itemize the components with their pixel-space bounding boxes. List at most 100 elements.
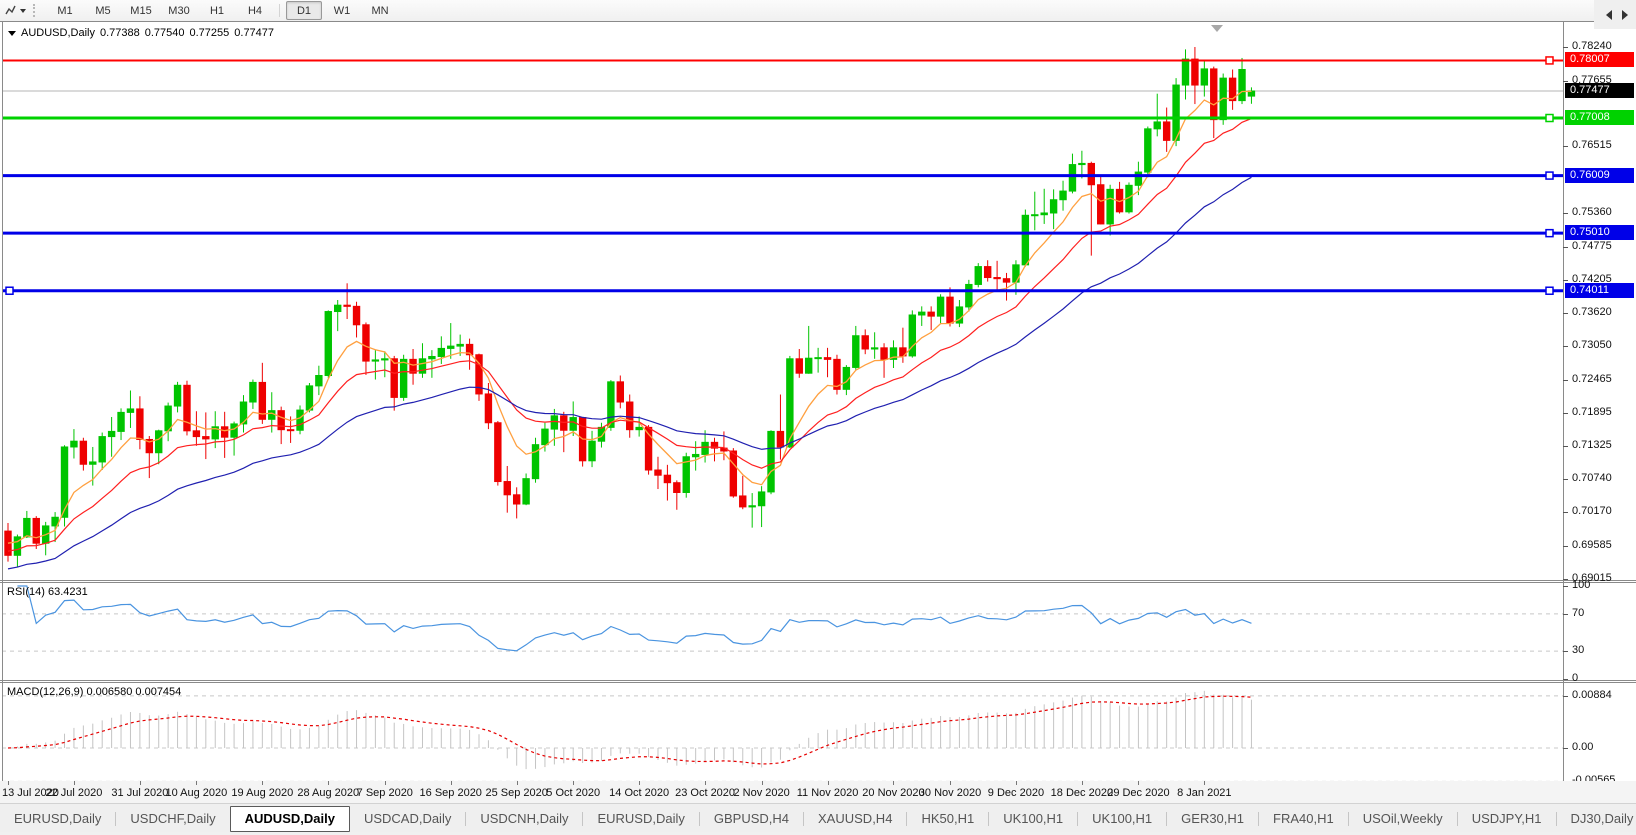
date-axis-label: 5 Oct 2020 — [546, 787, 600, 799]
date-axis-tick — [196, 781, 197, 785]
tab-uk100-h1[interactable]: UK100,H1 — [989, 808, 1077, 830]
timeframe-button-d1[interactable]: D1 — [286, 1, 322, 20]
timeframe-button-m1[interactable]: M1 — [47, 1, 83, 20]
pane-separator[interactable] — [0, 582, 1636, 583]
tab-dj30-daily[interactable]: DJ30,Daily — [1557, 808, 1636, 830]
date-axis-tick — [1082, 781, 1083, 785]
candle-bull — [335, 305, 341, 311]
date-axis-label: 23 Oct 2020 — [675, 787, 735, 799]
candle-bull — [1135, 172, 1141, 185]
level-line-handle[interactable] — [1546, 115, 1553, 122]
candle-bull — [768, 431, 774, 492]
chart-symbol-label: AUDUSD,Daily — [21, 27, 95, 39]
candle-bear — [862, 336, 868, 349]
rsi-axis-tick — [1563, 614, 1568, 615]
candle-bull — [99, 437, 105, 462]
date-axis-label: 31 Jul 2020 — [111, 787, 168, 799]
tab-uk100-h1[interactable]: UK100,H1 — [1078, 808, 1166, 830]
tab-hk50-h1[interactable]: HK50,H1 — [907, 808, 988, 830]
candle-bear — [730, 451, 736, 496]
candle-bull — [372, 360, 378, 361]
candle-bull — [871, 348, 877, 349]
tab-audusd-daily[interactable]: AUDUSD,Daily — [230, 806, 350, 832]
candle-bear — [664, 475, 670, 482]
candle-bull — [1022, 215, 1028, 265]
tab-usdchf-daily[interactable]: USDCHF,Daily — [116, 808, 229, 830]
ma-fast-line — [8, 91, 1251, 543]
candle-bull — [457, 344, 463, 346]
rsi-pane[interactable] — [2, 582, 1563, 680]
candle-bull — [608, 382, 614, 428]
tab-scroll-right-icon[interactable] — [1622, 10, 1628, 20]
tab-scroll-left-icon[interactable] — [1606, 10, 1612, 20]
chart-window: AUDUSD,Daily 0.77388 0.77540 0.77255 0.7… — [0, 21, 1636, 803]
tab-fra40-h1[interactable]: FRA40,H1 — [1259, 808, 1348, 830]
price-axis-label: 0.72465 — [1572, 373, 1612, 386]
level-line-handle[interactable] — [1546, 172, 1553, 179]
timeframe-button-m5[interactable]: M5 — [85, 1, 121, 20]
tab-xauusd-h4[interactable]: XAUUSD,H4 — [804, 808, 906, 830]
candle-bear — [947, 297, 953, 323]
date-axis-label: 8 Jan 2021 — [1177, 787, 1231, 799]
date-axis-tick — [762, 781, 763, 785]
timeframe-button-m15[interactable]: M15 — [123, 1, 159, 20]
timeframe-button-h1[interactable]: H1 — [199, 1, 235, 20]
candle-bull — [1069, 165, 1075, 192]
price-axis-label: 0.76515 — [1572, 139, 1612, 152]
chart-shift-marker-icon[interactable] — [1211, 25, 1223, 32]
candle-bear — [193, 431, 199, 437]
price-axis-label: 0.70170 — [1572, 505, 1612, 518]
candle-bull — [1107, 189, 1113, 224]
candle-bear — [1003, 279, 1009, 282]
candle-bull — [966, 284, 972, 306]
price-axis-tick — [1563, 81, 1568, 82]
candle-bull — [24, 518, 30, 536]
price-level-badge: 0.78007 — [1565, 52, 1634, 67]
date-axis-label: 9 Dec 2020 — [988, 787, 1044, 799]
rsi-line — [17, 586, 1251, 651]
rsi-axis-label: 0 — [1572, 672, 1578, 685]
main-chart-pane[interactable] — [2, 22, 1563, 580]
date-axis-tick — [74, 781, 75, 785]
tab-gbpusd-h4[interactable]: GBPUSD,H4 — [700, 808, 803, 830]
chart-cursor-icon[interactable] — [4, 4, 17, 17]
price-level-badge: 0.75010 — [1565, 225, 1634, 240]
candle-bear — [1211, 69, 1217, 120]
price-axis-line — [1563, 21, 1564, 781]
level-line-handle[interactable] — [1546, 230, 1553, 237]
tab-usoil-weekly[interactable]: USOil,Weekly — [1349, 808, 1457, 830]
date-axis-tick — [262, 781, 263, 785]
pane-separator[interactable] — [0, 682, 1636, 683]
tab-eurusd-daily[interactable]: EURUSD,Daily — [583, 808, 698, 830]
price-axis-label: 0.73620 — [1572, 306, 1612, 319]
chart-menu-icon[interactable] — [8, 31, 16, 36]
tab-ger30-h1[interactable]: GER30,H1 — [1167, 808, 1258, 830]
price-axis-tick — [1563, 512, 1568, 513]
candle-bear — [824, 358, 830, 360]
timeframe-button-m30[interactable]: M30 — [161, 1, 197, 20]
level-line-handle[interactable] — [1546, 287, 1553, 294]
macd-pane[interactable] — [2, 682, 1563, 781]
tab-usdcad-daily[interactable]: USDCAD,Daily — [350, 808, 465, 830]
level-line-handle[interactable] — [6, 287, 13, 294]
tab-eurusd-daily[interactable]: EURUSD,Daily — [0, 808, 115, 830]
date-axis-tick — [828, 781, 829, 785]
candle-bull — [165, 406, 171, 431]
timeframe-button-mn[interactable]: MN — [362, 1, 398, 20]
candle-bear — [740, 496, 746, 507]
timeframe-button-h4[interactable]: H4 — [237, 1, 273, 20]
macd-signal-line — [8, 696, 1251, 764]
tab-usdcnh-daily[interactable]: USDCNH,Daily — [466, 808, 582, 830]
price-axis-tick — [1563, 47, 1568, 48]
chart-cursor-dropdown-icon[interactable] — [20, 9, 26, 13]
candle-bear — [994, 278, 1000, 279]
date-axis-label: 28 Aug 2020 — [297, 787, 359, 799]
price-axis-tick — [1563, 313, 1568, 314]
tab-usdjpy-h1[interactable]: USDJPY,H1 — [1458, 808, 1556, 830]
candle-bull — [156, 431, 162, 453]
timeframe-button-w1[interactable]: W1 — [324, 1, 360, 20]
current-price-badge: 0.77477 — [1565, 83, 1634, 98]
date-axis-label: 30 Nov 2020 — [919, 787, 981, 799]
level-line-handle[interactable] — [1546, 57, 1553, 64]
candle-bull — [1201, 69, 1207, 85]
